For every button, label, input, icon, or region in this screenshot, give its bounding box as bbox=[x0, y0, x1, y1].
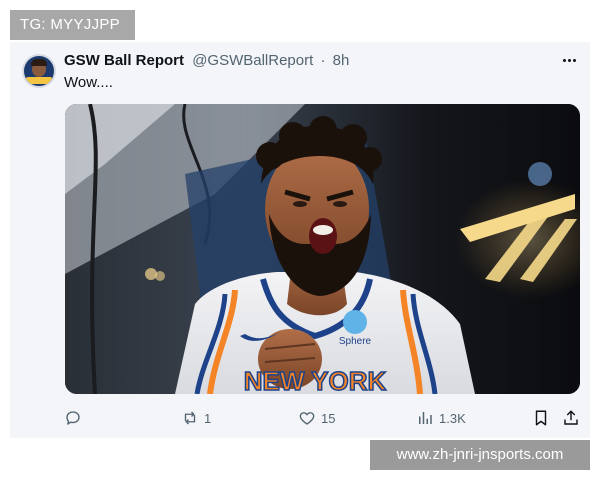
reply-bubble-icon bbox=[66, 411, 80, 425]
tweet-media-photo[interactable]: Sphere NEW YORK bbox=[65, 104, 580, 394]
retweet-button[interactable]: 1 bbox=[181, 406, 211, 430]
header-separator: · bbox=[320, 52, 326, 69]
player-photo-illustration: Sphere NEW YORK bbox=[65, 104, 580, 394]
avatar-banner bbox=[26, 77, 52, 84]
bookmark-icon bbox=[535, 410, 547, 426]
tweet-card[interactable]: GSW Ball Report @GSWBallReport · 8h Wow.… bbox=[10, 42, 590, 438]
like-count: 15 bbox=[321, 410, 336, 426]
views-bar-chart-icon bbox=[419, 412, 432, 424]
sponsor-label: Sphere bbox=[339, 336, 372, 347]
avatar-hair bbox=[31, 59, 47, 66]
reply-button[interactable] bbox=[64, 406, 87, 430]
jersey-wordmark: NEW YORK bbox=[244, 366, 387, 394]
views-count: 1.3K bbox=[439, 410, 466, 426]
sphere-logo bbox=[343, 310, 367, 334]
tweet-timestamp[interactable]: 8h bbox=[333, 52, 350, 69]
share-upload-icon bbox=[564, 410, 578, 425]
telegram-id-badge: TG: MYYJJPP bbox=[10, 10, 135, 40]
avatar[interactable] bbox=[22, 54, 56, 88]
like-button[interactable]: 15 bbox=[298, 406, 335, 430]
display-name[interactable]: GSW Ball Report bbox=[64, 52, 184, 69]
bookmark-button[interactable] bbox=[532, 406, 550, 430]
more-options-button[interactable] bbox=[558, 50, 580, 70]
tweet-text: Wow.... bbox=[64, 74, 113, 91]
website-watermark: www.zh-jnri-jnsports.com bbox=[370, 440, 590, 470]
more-dot bbox=[567, 58, 571, 62]
more-horizontal-icon bbox=[562, 58, 566, 62]
more-dot bbox=[572, 58, 576, 62]
views-button[interactable]: 1.3K bbox=[416, 406, 466, 430]
user-handle[interactable]: @GSWBallReport bbox=[192, 52, 313, 69]
share-button[interactable] bbox=[562, 406, 580, 430]
tweet-actions: 1 15 1.3K bbox=[64, 406, 580, 430]
heart-icon bbox=[299, 412, 315, 425]
retweet-count: 1 bbox=[204, 410, 212, 426]
retweet-icon bbox=[184, 411, 196, 425]
tweet-header: GSW Ball Report @GSWBallReport · 8h bbox=[64, 52, 349, 70]
